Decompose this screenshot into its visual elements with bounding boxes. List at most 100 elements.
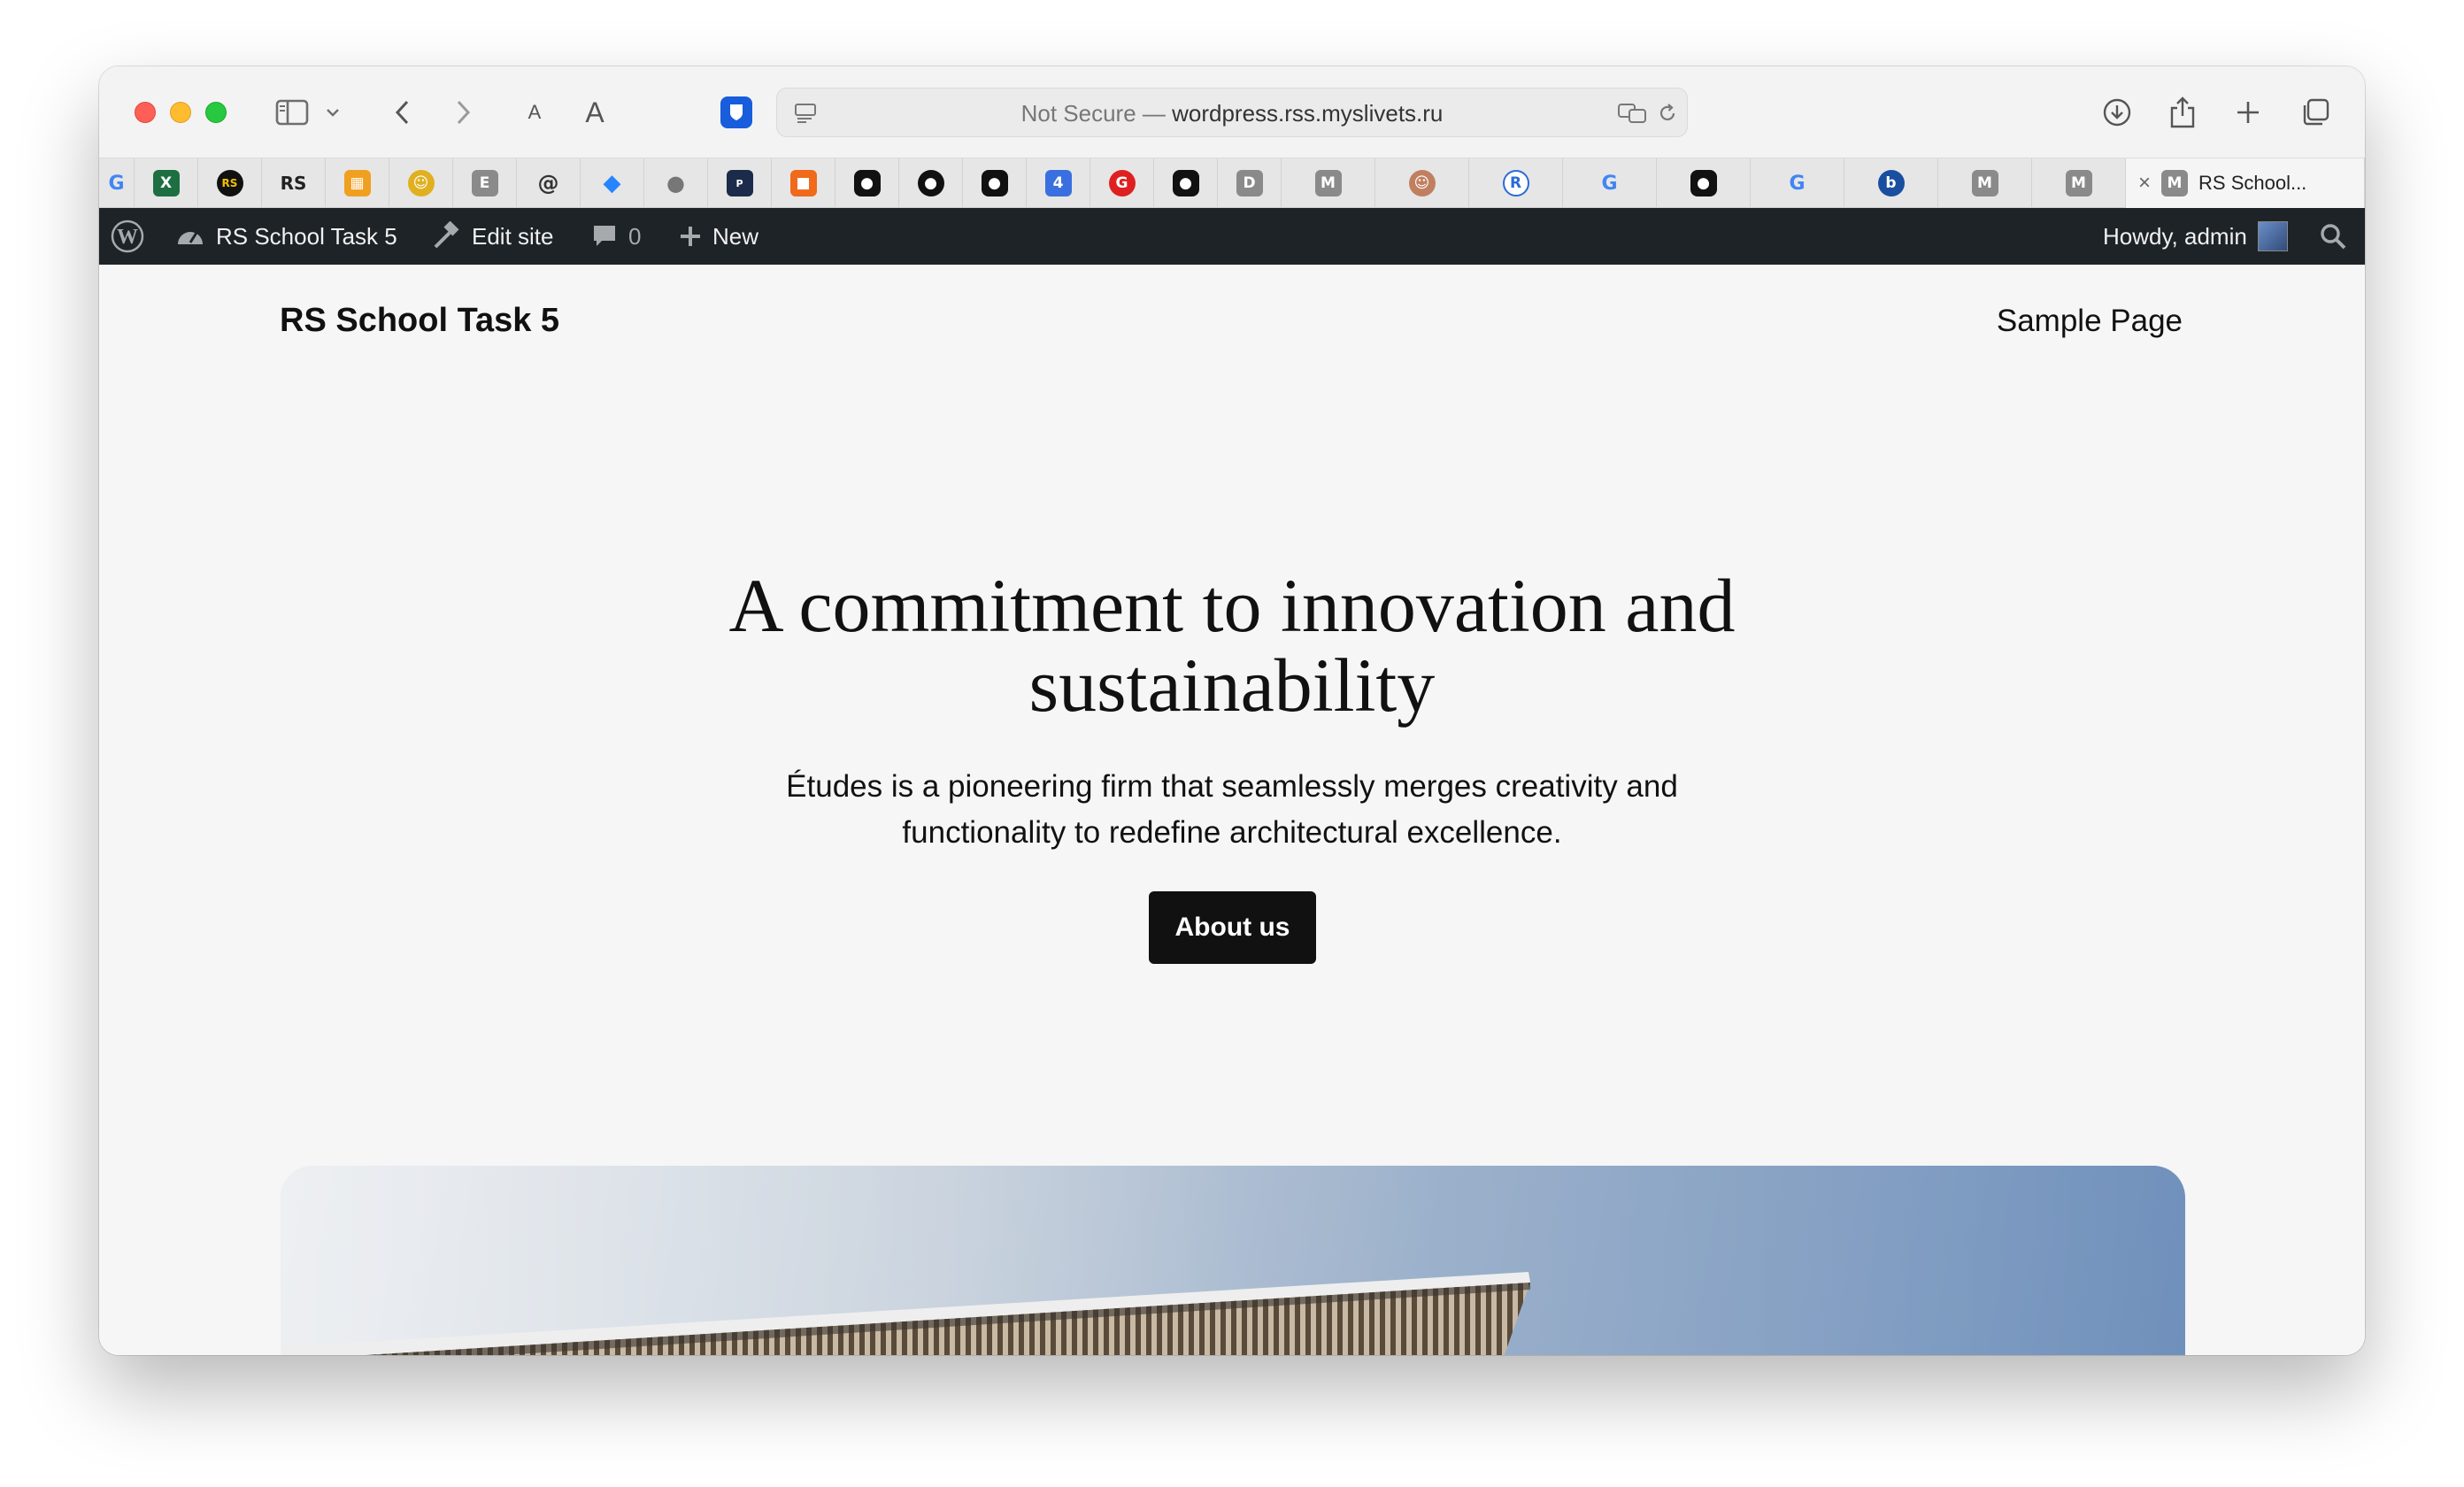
pinned-tab[interactable]: @ [517,158,581,208]
github-icon: ● [981,170,1008,196]
site-title[interactable]: RS School Task 5 [280,302,559,340]
downloads-icon[interactable] [2098,93,2137,132]
my-account-menu[interactable]: Howdy, admin [2103,208,2288,265]
close-tab-icon[interactable]: × [2138,171,2151,196]
rs-circle-icon: RS [216,170,243,196]
howdy-label: Howdy, admin [2103,222,2247,250]
pinned-tab[interactable]: M [1938,158,2032,208]
github-icon: ● [853,170,881,196]
edit-site-link[interactable]: Edit site [431,208,554,265]
excel-icon: X [152,170,180,196]
google-icon: G [108,172,125,195]
pinned-tab[interactable]: ☺ [1375,158,1469,208]
pinned-tab[interactable]: X [135,158,198,208]
sidebar-toggle-icon[interactable] [273,93,312,132]
minimize-window-button[interactable] [170,102,191,123]
share-icon[interactable] [2163,93,2202,132]
search-icon[interactable] [2319,208,2347,265]
avatar-icon: ☺ [1408,170,1436,196]
e-icon: E [471,170,498,196]
mascot-icon: ☺ [407,170,435,196]
translate-icon[interactable] [1614,94,1650,133]
address-bar[interactable]: Not Secure — wordpress.rss.myslivets.ru [776,88,1688,137]
url-domain: wordpress.rss.myslivets.ru [1172,100,1444,127]
hammer-icon [434,221,459,249]
cube-icon: ■ [789,170,817,196]
svg-text:W: W [117,226,138,249]
active-tab[interactable]: × M RS School... [2126,158,2365,208]
site-name-menu[interactable]: RS School Task 5 [175,208,397,265]
pinned-tab[interactable]: P [708,158,772,208]
pinned-tab[interactable]: RS [262,158,326,208]
rs-text-icon: RS [280,173,307,194]
github-icon: ● [1172,170,1199,196]
browser-window: A A Not Secure — wordpress.rss.myslivets… [99,66,2365,1355]
zoom-window-button[interactable] [205,102,227,123]
tab-overview-icon[interactable] [2296,93,2335,132]
pinned-tab[interactable]: 4 [1027,158,1090,208]
b-icon: b [1877,170,1905,196]
about-us-button[interactable]: About us [1149,891,1316,964]
larger-text-button[interactable]: A [579,93,611,132]
pinned-tab[interactable]: ● [835,158,899,208]
calendar-icon: ▦ [343,170,371,196]
apple-icon: ● [666,171,685,196]
google-icon: G [1601,172,1618,195]
pinned-tab[interactable]: ▦ [326,158,389,208]
url-text[interactable]: Not Secure — wordpress.rss.myslivets.ru [777,89,1687,138]
security-label: Not Secure — [1020,100,1173,127]
smaller-text-button[interactable]: A [522,93,547,132]
pinned-tab[interactable]: G [99,158,135,208]
pinned-tab[interactable]: ☺ [389,158,453,208]
pinned-tab[interactable]: G [1090,158,1154,208]
comments-link[interactable]: 0 [591,208,641,265]
comment-bubble-icon [594,226,615,246]
pinned-tab[interactable]: ● [644,158,708,208]
pinned-tab[interactable]: ◆ [581,158,644,208]
jira-icon: ◆ [603,170,621,196]
new-label: New [712,222,759,250]
pinned-tab[interactable]: G [1751,158,1844,208]
hero-heading: A commitment to innovation and sustainab… [728,563,1736,728]
pinned-tab[interactable]: E [453,158,517,208]
close-window-button[interactable] [135,102,156,123]
m-icon: M [2161,170,2189,196]
wordpress-logo-icon[interactable]: W [110,208,145,265]
pinned-tab[interactable]: M [1282,158,1375,208]
back-icon[interactable] [388,93,416,132]
reload-icon[interactable] [1653,94,1682,133]
pinned-tab[interactable]: G [1563,158,1657,208]
pinned-tab[interactable]: ■ [772,158,835,208]
edit-site-label: Edit site [472,222,554,250]
pinned-tab[interactable]: R [1469,158,1563,208]
pinned-tab[interactable]: ● [963,158,1027,208]
new-tab-icon[interactable] [2229,93,2268,132]
four-icon: 4 [1044,170,1072,196]
m-icon: M [1314,170,1342,196]
pinned-tab[interactable]: RS [198,158,262,208]
forward-icon[interactable] [450,93,478,132]
site-name-label: RS School Task 5 [216,222,397,250]
m-icon: M [1971,170,1998,196]
d-icon: D [1236,170,1263,196]
browser-toolbar: A A Not Secure — wordpress.rss.myslivets… [99,66,2365,158]
wp-admin-bar: W RS School Task 5 Edit site 0 New Howdy… [99,208,2365,265]
new-content-menu[interactable]: New [679,208,758,265]
github-icon: ● [917,170,944,196]
pinned-tab[interactable]: M [2032,158,2126,208]
red-g-icon: G [1108,170,1136,196]
m-icon: M [2065,170,2092,196]
pinned-tab[interactable]: ● [899,158,963,208]
password-manager-icon[interactable] [717,93,756,132]
nav-sample-page[interactable]: Sample Page [1997,304,2183,339]
polizei-icon: P [726,170,753,196]
active-tab-title: RS School... [2198,172,2307,194]
pinned-tab[interactable]: ● [1657,158,1751,208]
chevron-down-icon[interactable] [322,93,343,132]
comments-count: 0 [628,222,642,250]
pinned-tab[interactable]: D [1218,158,1282,208]
pinned-tab[interactable]: b [1844,158,1938,208]
pinned-tab[interactable]: ● [1154,158,1218,208]
hero-building-image [281,1166,2185,1355]
github-icon: ● [1690,170,1717,196]
